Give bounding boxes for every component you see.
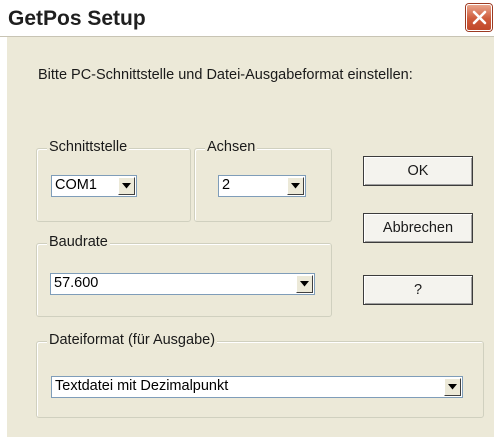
title-bar[interactable]: GetPos Setup [0,0,494,37]
schnittstelle-group: Schnittstelle COM1 [36,139,191,222]
chevron-down-icon [300,281,309,287]
chevron-down-icon [122,183,131,189]
dateiformat-label: Dateiformat (für Ausgabe) [47,332,218,348]
achsen-label: Achsen [205,139,258,155]
baudrate-label: Baudrate [47,234,110,250]
ok-button[interactable]: OK [363,156,473,186]
baudrate-value: 57.600 [54,275,99,291]
close-icon [472,10,487,25]
dateiformat-group: Dateiformat (für Ausgabe) Textdatei mit … [36,332,484,418]
dialog-window: GetPos Setup Bitte PC-Schnittstelle und … [0,0,494,437]
achsen-dropdown-button[interactable] [287,177,304,195]
chevron-down-icon [448,384,457,390]
baudrate-dropdown-button[interactable] [296,275,313,293]
dateiformat-dropdown[interactable]: Textdatei mit Dezimalpunkt [51,376,463,398]
help-button[interactable]: ? [363,275,473,305]
dateiformat-dropdown-button[interactable] [444,378,461,396]
close-button[interactable] [466,4,492,31]
schnittstelle-dropdown[interactable]: COM1 [51,175,137,197]
instruction-text: Bitte PC-Schnittstelle und Datei-Ausgabe… [38,67,413,83]
schnittstelle-dropdown-button[interactable] [118,177,135,195]
chevron-down-icon [291,183,300,189]
schnittstelle-value: COM1 [55,177,97,193]
achsen-value: 2 [222,177,231,193]
schnittstelle-label: Schnittstelle [47,139,130,155]
dialog-body: Bitte PC-Schnittstelle und Datei-Ausgabe… [0,37,494,437]
baudrate-group: Baudrate 57.600 [36,234,332,317]
achsen-group: Achsen 2 [194,139,332,222]
achsen-dropdown[interactable]: 2 [218,175,306,197]
window-title: GetPos Setup [8,7,146,30]
cancel-button[interactable]: Abbrechen [363,213,473,243]
dateiformat-value: Textdatei mit Dezimalpunkt [55,378,229,394]
baudrate-dropdown[interactable]: 57.600 [50,273,315,295]
